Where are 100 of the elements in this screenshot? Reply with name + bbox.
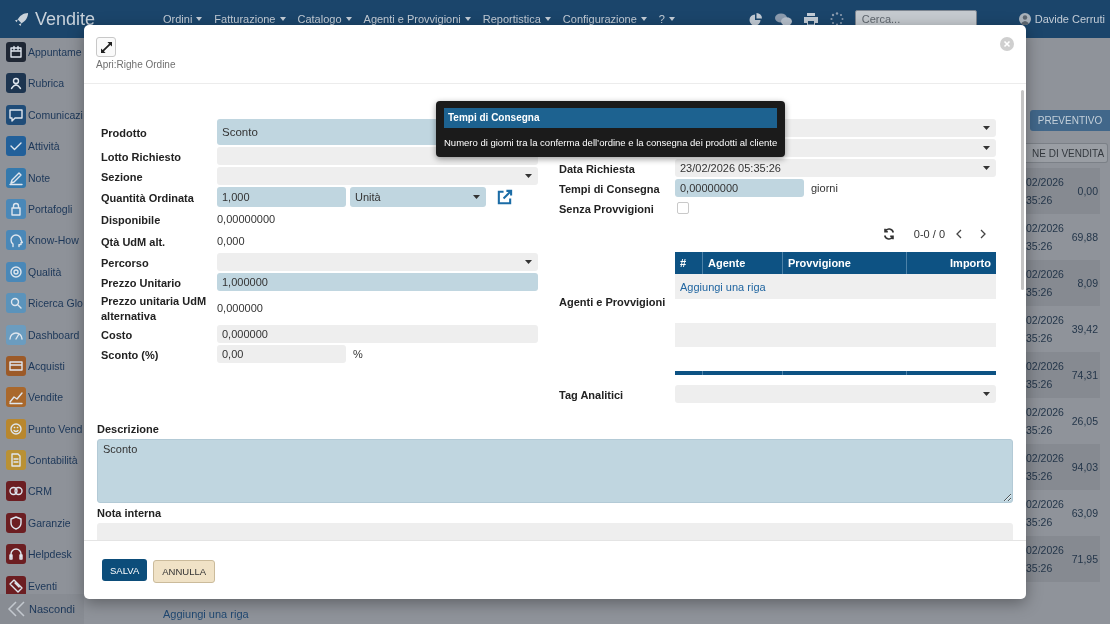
column-header: # — [675, 252, 702, 274]
field-label: Prodotto — [101, 126, 147, 139]
menu-item[interactable]: Agenti e Provvigioni — [363, 13, 471, 25]
menu-item[interactable]: Reportistica — [482, 13, 551, 25]
field-label: Costo — [101, 328, 133, 341]
value-text: 0,00000000 — [217, 213, 276, 225]
sidebar-item[interactable]: Qualità — [0, 261, 62, 282]
printer-icon[interactable] — [803, 12, 818, 26]
external-link-icon[interactable] — [496, 188, 513, 206]
caret-icon — [525, 260, 532, 264]
chevron-left-icon — [956, 229, 962, 239]
amount-cell: 0,00 — [1077, 185, 1098, 197]
sidebar-item[interactable]: Punto Vend — [0, 418, 83, 439]
sidebar-item[interactable]: Know-How — [0, 230, 79, 251]
input-field[interactable]: 0,00000000 — [675, 179, 804, 197]
collapse-button[interactable]: Nascondi — [0, 594, 84, 624]
input-field[interactable]: 0,00 — [217, 345, 346, 363]
column-header: Provvigione — [782, 252, 906, 274]
field-label: Data Richiesta — [559, 162, 635, 175]
refresh-icon[interactable] — [882, 228, 895, 240]
cancel-button[interactable]: ANNULLA — [153, 560, 216, 583]
pager-text: 0-0 / 0 — [913, 228, 945, 240]
unit-text: giorni — [811, 182, 838, 194]
amount-cell: 74,31 — [1071, 369, 1098, 381]
unit-text: % — [353, 348, 363, 360]
amount-cell: 26,05 — [1071, 415, 1098, 427]
datetime-cell-text: 02/2026 35:26 — [1026, 175, 1065, 208]
sidebar-item[interactable]: Attività — [0, 136, 60, 157]
field-label: Sezione — [101, 170, 143, 183]
select-field[interactable] — [675, 385, 996, 403]
sidebar-item[interactable]: Helpdesk — [0, 544, 72, 565]
caret-icon — [544, 17, 551, 21]
expand-button[interactable] — [96, 37, 116, 57]
column-header: Agente — [702, 252, 782, 274]
tooltip-title: Tempi di Consegna — [444, 108, 778, 128]
input-field[interactable]: 0,000000 — [217, 325, 538, 343]
field-label: Disponibile — [101, 213, 161, 226]
datetime-cell-text: 02/2026 35:26 — [1026, 497, 1065, 530]
note-field[interactable] — [97, 523, 1013, 540]
datetime-cell-text: 02/2026 35:26 — [1026, 451, 1065, 484]
sidebar-item[interactable]: Appuntame — [0, 42, 82, 62]
input-field[interactable]: 1,000000 — [217, 273, 538, 291]
datetime-cell-text: 02/2026 35:26 — [1026, 405, 1065, 438]
sidebar-item[interactable]: Note — [0, 167, 51, 188]
datetime-cell-text: 02/2026 35:26 — [1026, 543, 1065, 576]
menu-item[interactable]: Configurazione — [562, 13, 647, 25]
action-button[interactable]: NE DI VENDITA — [1026, 143, 1108, 163]
field-label: Tempi di Consegna — [559, 182, 660, 195]
app-title: Vendite — [35, 8, 96, 30]
sidebar-item[interactable]: CRM — [0, 481, 52, 502]
sidebar-item[interactable]: Comunicazi — [0, 104, 83, 125]
field-label: Senza Provvigioni — [559, 202, 654, 215]
avatar-icon[interactable] — [1018, 13, 1031, 25]
select-field[interactable] — [217, 167, 538, 185]
menu-item[interactable]: Catalogo — [297, 13, 352, 25]
sidebar-item[interactable]: Eventi — [0, 575, 58, 594]
caret-icon — [345, 17, 352, 21]
sidebar-item[interactable]: Garanzie — [0, 512, 71, 533]
select-field[interactable]: 23/02/2026 05:35:26 — [675, 159, 996, 177]
add-row-link[interactable]: Aggiungi una riga — [675, 280, 766, 293]
chevron-right-icon — [980, 229, 986, 239]
select-field[interactable]: Unità — [350, 187, 486, 207]
action-button[interactable]: PREVENTIVO — [1030, 110, 1110, 131]
field-label: Percorso — [101, 256, 149, 269]
checkbox[interactable] — [677, 202, 689, 214]
menu-item[interactable]: ? — [658, 13, 675, 25]
scrollbar[interactable] — [1021, 90, 1024, 290]
datetime-cell-text: 02/2026 35:26 — [1026, 313, 1065, 346]
sidebar-item[interactable]: Rubrica — [0, 73, 65, 94]
caret-icon — [983, 126, 990, 130]
sidebar-item[interactable]: Dashboard — [0, 324, 80, 345]
pie-chart-icon[interactable] — [748, 12, 763, 26]
input-field[interactable]: 1,000 — [217, 187, 346, 207]
sidebar-item[interactable]: Portafogli — [0, 198, 73, 219]
caret-icon — [464, 17, 471, 21]
sidebar-item[interactable]: Acquisti — [0, 355, 65, 376]
value-text: 0,000000 — [217, 302, 263, 314]
sidebar-item[interactable]: Ricerca Glo — [0, 293, 83, 314]
chat-icon[interactable] — [774, 12, 792, 26]
sidebar-item[interactable]: Contabilità — [0, 450, 78, 471]
sidebar-item[interactable]: Vendite — [0, 387, 64, 408]
value-text: 0,000 — [217, 235, 245, 247]
field-label: Nota interna — [97, 507, 162, 520]
caret-icon — [669, 17, 675, 21]
amount-cell: 39,42 — [1071, 323, 1098, 335]
description-field[interactable]: Sconto — [97, 439, 1013, 503]
datetime-cell-text: 02/2026 35:26 — [1026, 267, 1065, 300]
amount-cell: 8,09 — [1077, 277, 1098, 289]
field-label: Sconto (%) — [101, 348, 159, 361]
select-field[interactable] — [217, 253, 538, 271]
spinner-icon[interactable] — [829, 12, 844, 26]
menu-item[interactable]: Ordini — [163, 13, 203, 25]
field-label: Quantità Ordinata — [101, 191, 194, 204]
save-button[interactable]: SALVA — [102, 559, 148, 581]
datetime-cell-text: 02/2026 35:26 — [1026, 221, 1065, 254]
field-label: Prezzo Unitario — [101, 276, 182, 289]
rocket-icon — [14, 11, 29, 27]
caret-icon — [983, 166, 990, 170]
add-row-link[interactable]: Aggiungi una riga — [163, 608, 249, 621]
menu-item[interactable]: Fatturazione — [214, 13, 286, 25]
